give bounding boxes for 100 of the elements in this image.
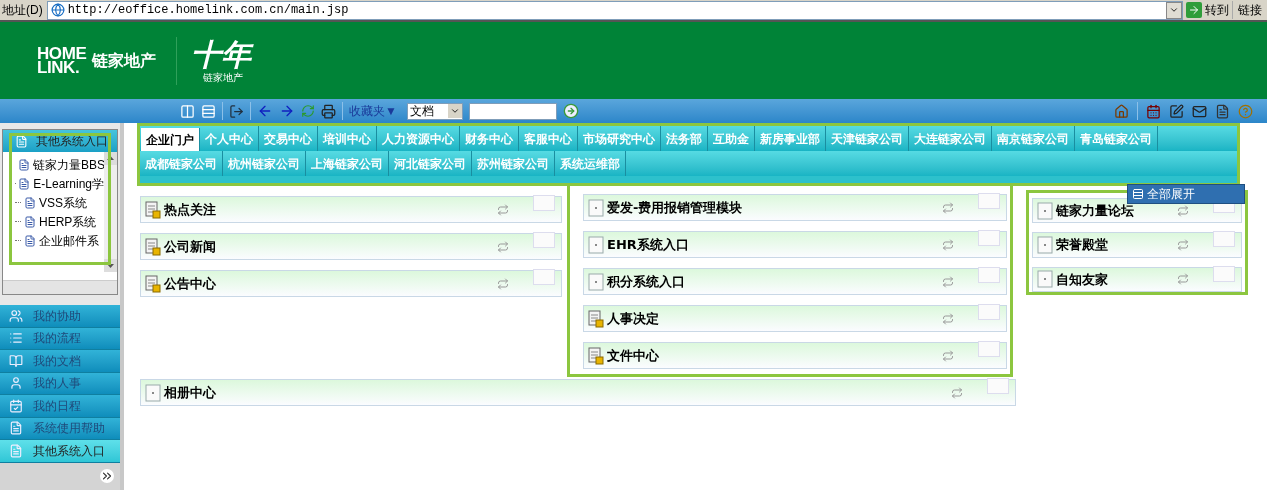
- logo-text: 链家地产: [202, 71, 245, 84]
- logo-text: 链家地产: [92, 50, 157, 71]
- menu-item[interactable]: 我的流程: [0, 327, 120, 350]
- logo-text: HOME: [37, 46, 87, 61]
- portlet-title: 相册中心: [164, 383, 216, 402]
- refresh-icon[interactable]: [942, 238, 954, 251]
- portlet-title: 积分系统入口: [607, 272, 685, 291]
- menu-item[interactable]: 我的协助: [0, 305, 120, 328]
- document-lock-icon: [145, 200, 161, 219]
- portlet-title: 自知友家: [1056, 270, 1108, 289]
- tab[interactable]: 上海链家公司: [306, 151, 389, 176]
- tab[interactable]: 苏州链家公司: [472, 151, 555, 176]
- back-icon[interactable]: [257, 103, 273, 119]
- refresh-icon[interactable]: [942, 312, 954, 325]
- tab[interactable]: 杭州链家公司: [223, 151, 306, 176]
- portlet-title: 热点关注: [164, 200, 216, 219]
- rows-icon[interactable]: [201, 103, 216, 119]
- tree-item[interactable]: 链家力量BBS: [15, 156, 104, 173]
- menu-item[interactable]: 我的人事: [0, 372, 120, 395]
- chevron-down-icon: [1169, 5, 1179, 15]
- page-icon: [50, 3, 65, 17]
- refresh-icon[interactable]: [301, 104, 315, 118]
- refresh-icon[interactable]: [497, 240, 509, 253]
- menu-item[interactable]: 我的文档: [0, 350, 120, 373]
- tree-item[interactable]: E-Learning学: [15, 175, 104, 192]
- exit-icon[interactable]: [229, 103, 244, 119]
- address-field[interactable]: http://eoffice.homelink.com.cn/main.jsp: [46, 0, 1183, 20]
- menu-item[interactable]: 系统使用帮助: [0, 417, 120, 440]
- columns-icon[interactable]: [180, 103, 195, 119]
- go-button[interactable]: 转到: [1183, 1, 1232, 19]
- tab[interactable]: 系统运维部: [555, 151, 626, 176]
- blank-page-icon: [145, 383, 161, 402]
- blank-page-icon: [1037, 236, 1053, 254]
- document-icon: [24, 234, 36, 247]
- address-label: 地址(D): [1, 2, 44, 19]
- help-icon[interactable]: [1238, 103, 1253, 119]
- tab[interactable]: 成都链家公司: [140, 151, 223, 176]
- edit-icon[interactable]: [1169, 103, 1184, 119]
- document-lock-icon: [588, 346, 604, 365]
- blank-page-icon: [588, 198, 604, 217]
- document-icon: [18, 158, 30, 171]
- logo-text: 十年: [191, 37, 252, 72]
- logo-text: LINK.: [37, 60, 80, 75]
- refresh-icon[interactable]: [1177, 239, 1189, 251]
- blank-page-icon: [588, 272, 604, 291]
- tree-item[interactable]: HERP系统: [15, 213, 104, 230]
- document-lock-icon: [145, 274, 161, 293]
- tab[interactable]: 河北链家公司: [389, 151, 472, 176]
- search-field[interactable]: [468, 102, 557, 120]
- go-icon[interactable]: [562, 103, 579, 119]
- forward-icon[interactable]: [279, 103, 295, 119]
- menu-item[interactable]: 全部展开: [1147, 185, 1195, 203]
- links-label[interactable]: 链接: [1232, 1, 1267, 19]
- search-scope-select[interactable]: 文档: [406, 102, 463, 120]
- refresh-icon[interactable]: [951, 386, 963, 399]
- tree-item[interactable]: 企业邮件系: [15, 232, 104, 249]
- menu-item[interactable]: 其他系统入口: [0, 440, 120, 463]
- expand-icon[interactable]: [100, 469, 114, 484]
- favorites-menu[interactable]: 收藏夹▼: [349, 102, 397, 120]
- portlet-title: 公司新闻: [164, 237, 216, 256]
- dropdown-button[interactable]: [1166, 1, 1182, 19]
- note-icon[interactable]: [1215, 103, 1230, 119]
- document-lock-icon: [145, 237, 161, 256]
- print-icon[interactable]: [321, 103, 336, 119]
- tree-item[interactable]: VSS系统: [15, 194, 104, 211]
- document-icon: [9, 421, 23, 436]
- blank-page-icon: [588, 235, 604, 254]
- arrow-right-icon: [1186, 2, 1202, 18]
- url-text: http://eoffice.homelink.com.cn/main.jsp: [67, 2, 349, 19]
- portlet-title: 公告中心: [164, 274, 216, 293]
- home-icon[interactable]: [1114, 103, 1129, 119]
- document-lock-icon: [588, 309, 604, 328]
- document-icon: [9, 443, 23, 458]
- menu-item[interactable]: 我的日程: [0, 395, 120, 418]
- refresh-icon[interactable]: [1177, 204, 1189, 217]
- expand-icon: [1132, 188, 1144, 200]
- portlet-title: EHR系统入口: [607, 235, 689, 254]
- portlet-title: 链家力量论坛: [1056, 201, 1134, 220]
- person-icon: [9, 376, 23, 391]
- book-icon: [9, 353, 23, 368]
- document-icon: [15, 134, 28, 148]
- chevron-down-icon: [447, 104, 462, 118]
- refresh-icon[interactable]: [497, 203, 509, 216]
- portlet-title: 荣誉殿堂: [1056, 236, 1108, 255]
- calendar-check-icon: [9, 398, 23, 413]
- horizontal-scrollbar[interactable]: [3, 280, 117, 294]
- list-icon: [9, 331, 23, 346]
- tab[interactable]: 企业门户: [141, 128, 200, 151]
- refresh-icon[interactable]: [1177, 273, 1189, 286]
- document-icon: [24, 196, 36, 209]
- portlet-title: 爱发-费用报销管理模块: [607, 198, 743, 217]
- refresh-icon[interactable]: [497, 277, 509, 290]
- calendar-icon[interactable]: [1146, 103, 1161, 119]
- mail-icon[interactable]: [1192, 103, 1207, 119]
- document-icon: [24, 215, 36, 228]
- refresh-icon[interactable]: [942, 349, 954, 362]
- blank-page-icon: [1037, 270, 1053, 289]
- portlet-title: 文件中心: [607, 346, 659, 365]
- refresh-icon[interactable]: [942, 201, 954, 214]
- refresh-icon[interactable]: [942, 275, 954, 288]
